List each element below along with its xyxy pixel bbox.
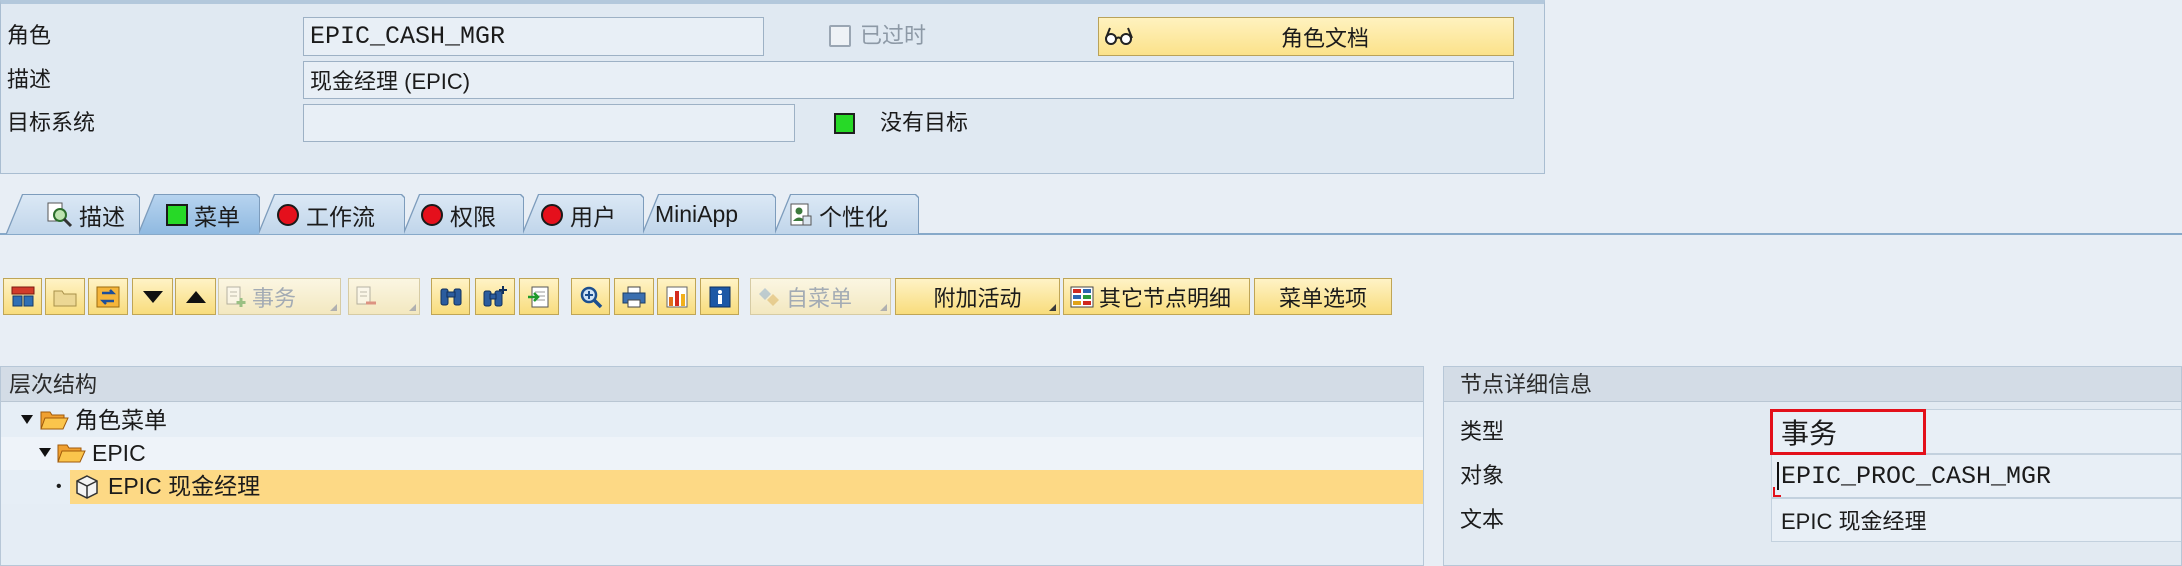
tree-node-label: EPIC 现金经理 [108,473,261,499]
remove-node-button[interactable] [348,278,420,315]
chart-button[interactable] [657,278,696,315]
role-name-field[interactable]: EPIC_CASH_MGR [303,17,764,56]
move-down-icon [142,290,164,304]
green-status-icon [834,113,855,134]
collapse-toggle-icon[interactable] [21,415,33,425]
submenu-button[interactable]: 自菜单 [750,278,891,315]
info-button[interactable] [700,278,739,315]
glasses-icon [1103,24,1135,48]
add-transaction-icon [224,285,248,309]
tab-users[interactable]: 用户 [523,195,643,234]
additional-activities-label: 附加活动 [933,285,1022,311]
chart-icon [665,285,689,309]
node-details-grid-icon [1069,285,1095,309]
import-document-icon [527,285,551,309]
object-field[interactable]: EPIC_PROC_CASH_MGR [1771,454,2181,498]
swap-node-button[interactable] [88,278,128,315]
red-status-icon [540,203,564,227]
tree-node-label: 角色菜单 [75,407,167,433]
tab-label: 个性化 [819,203,888,230]
obsolete-checkbox[interactable] [829,25,851,47]
submenu-label: 自菜单 [786,285,853,311]
role-documentation-label: 角色文档 [1280,25,1369,51]
type-label: 类型 [1460,419,1505,444]
tab-workflow[interactable]: 工作流 [259,195,404,234]
tab-personalization[interactable]: 个性化 [775,195,918,234]
tab-authorizations[interactable]: 权限 [404,195,523,234]
magnifier-document-icon [45,201,73,229]
print-button[interactable] [614,278,654,315]
transaction-cube-icon [73,473,101,501]
other-node-details-button[interactable]: 其它节点明细 [1063,278,1250,315]
add-transaction-button[interactable]: 事务 [218,278,341,315]
zoom-in-icon [579,285,603,309]
target-status-label: 没有目标 [880,110,969,135]
description-field[interactable]: 现金经理 (EPIC) [303,61,1514,99]
other-node-details-label: 其它节点明细 [1099,285,1232,311]
folder-open-icon [39,408,69,432]
binoculars-plus-icon [482,285,508,309]
tab-label: 权限 [450,203,496,230]
role-documentation-button[interactable]: 角色文档 [1098,17,1514,56]
tab-strip: 描述 菜单 工作流 权限 用户 MiniApp 个性化 [0,195,918,234]
text-label: 文本 [1460,507,1505,532]
info-icon [708,285,732,309]
personalization-icon [789,202,813,228]
tab-menu[interactable]: 菜单 [139,195,259,234]
find-button[interactable] [431,278,470,315]
menu-options-button[interactable]: 菜单选项 [1254,278,1392,315]
printer-icon [621,285,647,309]
folder-open-icon [56,441,86,465]
tab-label: MiniApp [655,201,739,227]
tab-label: 菜单 [194,203,240,230]
target-system-label: 目标系统 [7,110,96,135]
tab-label: 工作流 [306,203,375,230]
find-next-button[interactable] [475,278,515,315]
zoom-in-button[interactable] [571,278,610,315]
tab-description[interactable]: 描述 [7,195,139,234]
tree-node-label: EPIC [92,440,146,466]
red-status-icon [276,203,300,227]
folder-button[interactable] [45,278,85,315]
description-label: 描述 [7,67,52,92]
tab-label: 描述 [79,203,125,230]
binoculars-icon [438,285,464,309]
collapse-toggle-icon[interactable] [39,448,51,458]
move-up-button[interactable] [175,278,216,315]
folder-icon [52,286,78,308]
menu-tree-icon [10,285,36,309]
tree-node-epic[interactable]: EPIC [1,437,1423,470]
red-status-icon [420,203,444,227]
text-field[interactable]: EPIC 现金经理 [1771,498,2181,542]
move-down-button[interactable] [132,278,173,315]
tab-label: 用户 [570,203,616,230]
text-cursor [1777,462,1779,490]
cursor-marker [1773,487,1781,497]
highlight-box [1770,409,1926,455]
tree-node-epic-cash-manager[interactable]: EPIC 现金经理 [70,470,1423,504]
node-details-title: 节点详细信息 [1444,367,2181,402]
add-transaction-label: 事务 [252,285,297,311]
remove-node-icon [354,285,378,309]
obsolete-label: 已过时 [860,23,927,48]
import-document-button[interactable] [519,278,559,315]
green-status-icon [166,204,188,226]
object-label: 对象 [1460,463,1505,488]
tab-miniapp[interactable]: MiniApp [643,195,775,234]
hierarchy-title: 层次结构 [1,367,1423,402]
submenu-icon [756,285,782,309]
move-up-icon [185,290,207,304]
target-system-field[interactable] [303,104,795,142]
tree-node-role-menu[interactable]: 角色菜单 [1,404,1423,437]
additional-activities-button[interactable]: 附加活动 [895,278,1060,315]
swap-node-icon [95,285,121,309]
menu-options-label: 菜单选项 [1278,285,1367,311]
tree-leaf-bullet-icon: • [56,478,62,495]
role-label: 角色 [7,23,52,48]
menu-tree-button[interactable] [3,278,42,315]
